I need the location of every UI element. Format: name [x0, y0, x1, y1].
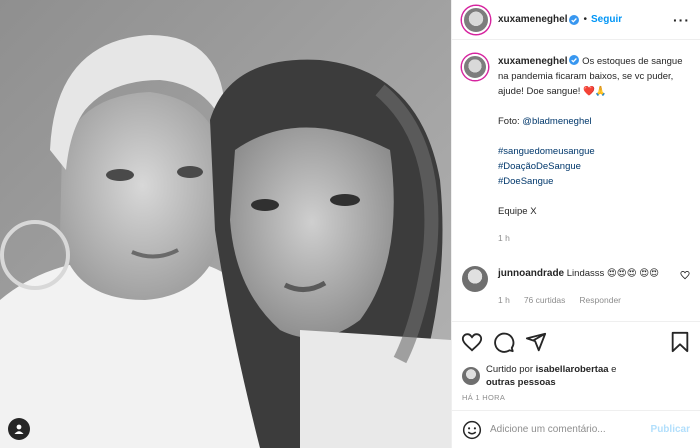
more-options-icon[interactable]: ··· [673, 12, 690, 28]
post-actions [452, 321, 700, 361]
comment-reply-button[interactable]: Responder [579, 293, 621, 308]
liked-by-others[interactable]: outras pessoas [486, 377, 556, 388]
comment-body: junnoandrade Lindasss 😍😍😍 😍😍 1 h 76 curt… [498, 266, 670, 308]
liked-by-text: Curtido por isabellarobertaa e outras pe… [486, 363, 616, 389]
liked-by-prefix: Curtido por [486, 364, 536, 375]
share-icon [525, 332, 547, 351]
photo-credit: Foto: @bladmeneghel [498, 114, 690, 129]
photo-credit-prefix: Foto: [498, 116, 523, 127]
caption-username[interactable]: xuxameneghel [498, 56, 567, 67]
liked-by-user[interactable]: isabellarobertaa [536, 364, 609, 375]
post-side-panel: xuxameneghel • Seguir ··· xuxameneghel O… [451, 0, 700, 448]
comment-icon [494, 332, 515, 353]
caption-signature: Equipe X [498, 206, 537, 217]
bookmark-icon [671, 331, 689, 352]
post-header: xuxameneghel • Seguir ··· [452, 0, 700, 40]
comment-button[interactable] [492, 330, 516, 354]
instagram-post: xuxameneghel • Seguir ··· xuxameneghel O… [0, 0, 700, 448]
post-timestamp[interactable]: HÁ 1 HORA [452, 391, 700, 410]
follow-button[interactable]: Seguir [591, 14, 622, 25]
comment-input[interactable] [490, 424, 643, 435]
caption-author-avatar[interactable] [462, 54, 488, 80]
emoji-icon[interactable] [462, 420, 482, 440]
photo-credit-link[interactable]: @bladmeneghel [522, 116, 591, 127]
commenter-username[interactable]: junnoandrade [498, 268, 564, 279]
comment-meta: 1 h 76 curtidas Responder [498, 293, 670, 308]
liked-by-row: Curtido por isabellarobertaa e outras pe… [452, 361, 700, 391]
liked-by-middle: e [608, 364, 617, 375]
commenter-avatar[interactable] [462, 266, 488, 292]
publish-button[interactable]: Publicar [651, 424, 690, 435]
comment-text: Lindasss 😍😍😍 😍😍 [566, 268, 660, 279]
caption-time[interactable]: 1 h [498, 231, 510, 246]
save-button[interactable] [668, 330, 692, 354]
liker-avatar[interactable] [462, 367, 480, 385]
author-avatar[interactable] [462, 5, 490, 34]
photo-illustration [0, 0, 451, 448]
comment-item: junnoandrade Lindasss 😍😍😍 😍😍 1 h 76 curt… [462, 266, 690, 308]
caption-text: xuxameneghel Os estoques de sangue na pa… [498, 54, 690, 99]
verified-badge-icon [569, 14, 580, 25]
caption-meta: 1 h [498, 231, 690, 246]
share-button[interactable] [524, 330, 548, 354]
add-comment-bar: Publicar [452, 410, 700, 448]
comment-likes[interactable]: 76 curtidas [524, 293, 566, 308]
hashtag-link[interactable]: #DoaçãoDeSangue [498, 159, 690, 174]
author-username[interactable]: xuxameneghel [498, 14, 567, 25]
hashtag-link[interactable]: #sanguedomeusangue [498, 144, 690, 159]
comments-section: xuxameneghel Os estoques de sangue na pa… [452, 40, 700, 321]
hashtag-link[interactable]: #DoeSangue [498, 174, 690, 189]
caption-block: xuxameneghel Os estoques de sangue na pa… [462, 54, 690, 246]
user-tag-button[interactable] [8, 418, 30, 440]
post-photo[interactable] [0, 0, 451, 448]
caption-body: xuxameneghel Os estoques de sangue na pa… [498, 54, 690, 246]
heart-icon [461, 332, 483, 352]
like-button[interactable] [460, 330, 484, 354]
comment-like-heart-icon[interactable] [680, 270, 690, 280]
header-separator: • [583, 14, 587, 25]
user-tag-icon [14, 424, 24, 434]
comment-time[interactable]: 1 h [498, 293, 510, 308]
verified-badge-icon [569, 55, 580, 65]
